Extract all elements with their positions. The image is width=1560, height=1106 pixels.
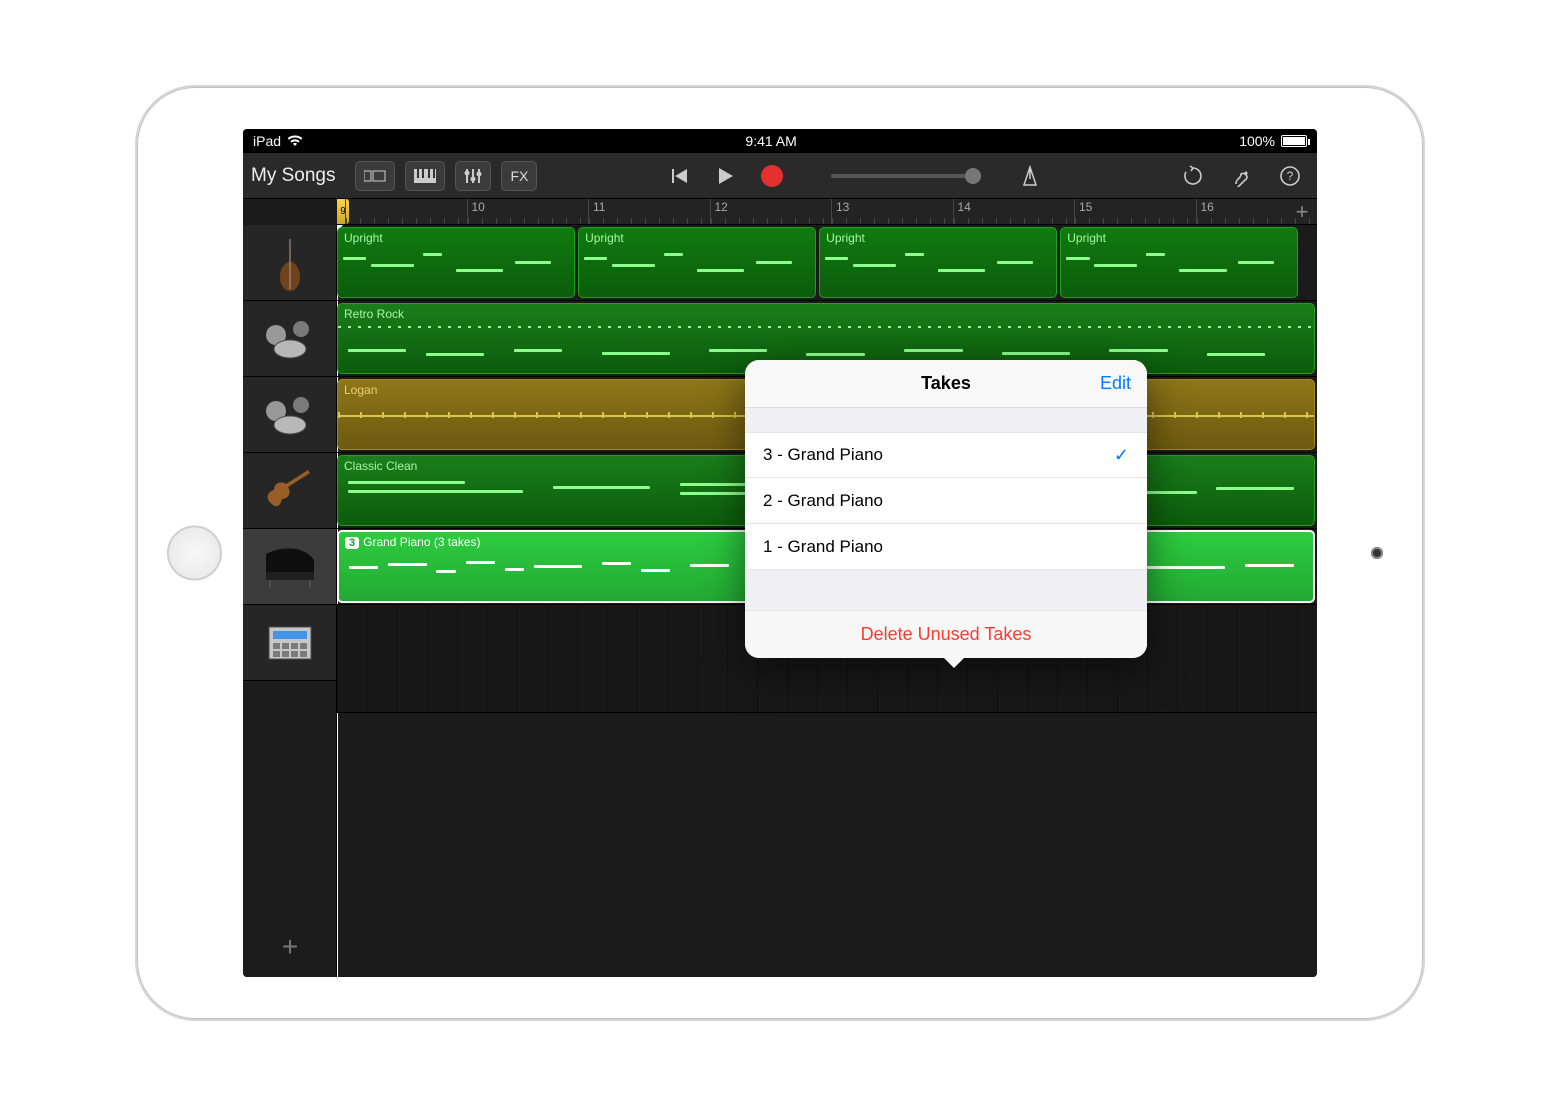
view-tracks-button[interactable] [355,161,395,191]
sampler-icon [267,623,313,663]
track-header-retro-rock[interactable] [243,301,336,377]
clock: 9:41 AM [745,133,796,149]
ruler-segment: 14 [953,199,1075,224]
play-button[interactable] [707,161,743,191]
take-label: 3 - Grand Piano [763,445,883,465]
ruler-segment: 10 [467,199,589,224]
ruler-segment: 11 [588,199,710,224]
home-button[interactable] [167,526,222,581]
region-upright[interactable]: Upright [1060,227,1298,298]
ruler-segment: 12 [710,199,832,224]
region-upright[interactable]: Upright [578,227,816,298]
track-row: Upright Upright Upright Upright [337,225,1317,301]
region-label: Upright [826,231,865,245]
popover-header: Takes Edit [745,360,1147,408]
screen: iPad 9:41 AM 100% My Songs [243,129,1317,977]
loop-browser-button[interactable] [1173,161,1213,191]
region-label: 3Grand Piano (3 takes) [345,535,481,549]
guitar-icon [262,468,318,514]
status-bar: iPad 9:41 AM 100% [243,129,1317,153]
fx-button[interactable]: FX [501,161,537,191]
take-label: 1 - Grand Piano [763,537,883,557]
track-headers: + [243,225,337,977]
add-track-button[interactable]: + [243,917,337,977]
wifi-icon [287,135,303,147]
metronome-button[interactable] [1011,161,1049,191]
record-button[interactable] [753,161,791,191]
region-label: Retro Rock [344,307,404,321]
take-item[interactable]: 3 - Grand Piano ✓ [745,432,1147,478]
popover-arrow-icon [942,656,966,668]
region-label: Upright [344,231,383,245]
battery-icon [1281,135,1307,147]
region-label: Logan [344,383,377,397]
master-volume-slider[interactable] [831,174,981,178]
checkmark-icon: ✓ [1114,445,1129,466]
battery-text: 100% [1239,133,1275,149]
take-item[interactable]: 1 - Grand Piano [745,524,1147,570]
delete-unused-takes-button[interactable]: Delete Unused Takes [745,610,1147,658]
upright-bass-icon [270,233,310,293]
device-label: iPad [253,133,281,149]
region-upright[interactable]: Upright [337,227,575,298]
ruler-segment [345,199,467,224]
toolbar: My Songs FX [243,153,1317,199]
timeline[interactable]: Upright Upright Upright Upright [337,225,1317,977]
svg-text:?: ? [1287,169,1294,183]
help-button[interactable]: ? [1271,161,1309,191]
add-section-button[interactable]: + [1291,201,1313,223]
popover-edit-button[interactable]: Edit [1100,373,1131,394]
track-header-upright[interactable] [243,225,336,301]
take-item[interactable]: 2 - Grand Piano [745,478,1147,524]
settings-button[interactable] [1223,161,1261,191]
ruler-segment: 15 [1074,199,1196,224]
ipad-frame: iPad 9:41 AM 100% My Songs [135,85,1425,1021]
grand-piano-icon [260,544,320,590]
take-label: 2 - Grand Piano [763,491,883,511]
drum-kit-icon [263,319,317,359]
track-header-classic-clean[interactable] [243,453,336,529]
region-label: Upright [1067,231,1106,245]
view-instrument-button[interactable] [405,161,445,191]
track-controls-button[interactable] [455,161,491,191]
takes-count-badge: 3 [345,537,359,549]
takes-popover: Takes Edit 3 - Grand Piano ✓ 2 - Grand P… [745,360,1147,658]
region-label: Upright [585,231,624,245]
track-header-grand-piano[interactable] [243,529,336,605]
camera-icon [1371,547,1383,559]
my-songs-button[interactable]: My Songs [251,165,335,187]
ruler[interactable]: 9 10111213141516 + [337,199,1317,225]
region-label: Classic Clean [344,459,417,473]
ruler-segment: 13 [831,199,953,224]
drum-kit-icon [263,395,317,435]
popover-title: Takes [921,373,971,394]
track-header-logan[interactable] [243,377,336,453]
region-upright[interactable]: Upright [819,227,1057,298]
track-header-sampler[interactable] [243,605,336,681]
go-to-beginning-button[interactable] [661,161,697,191]
